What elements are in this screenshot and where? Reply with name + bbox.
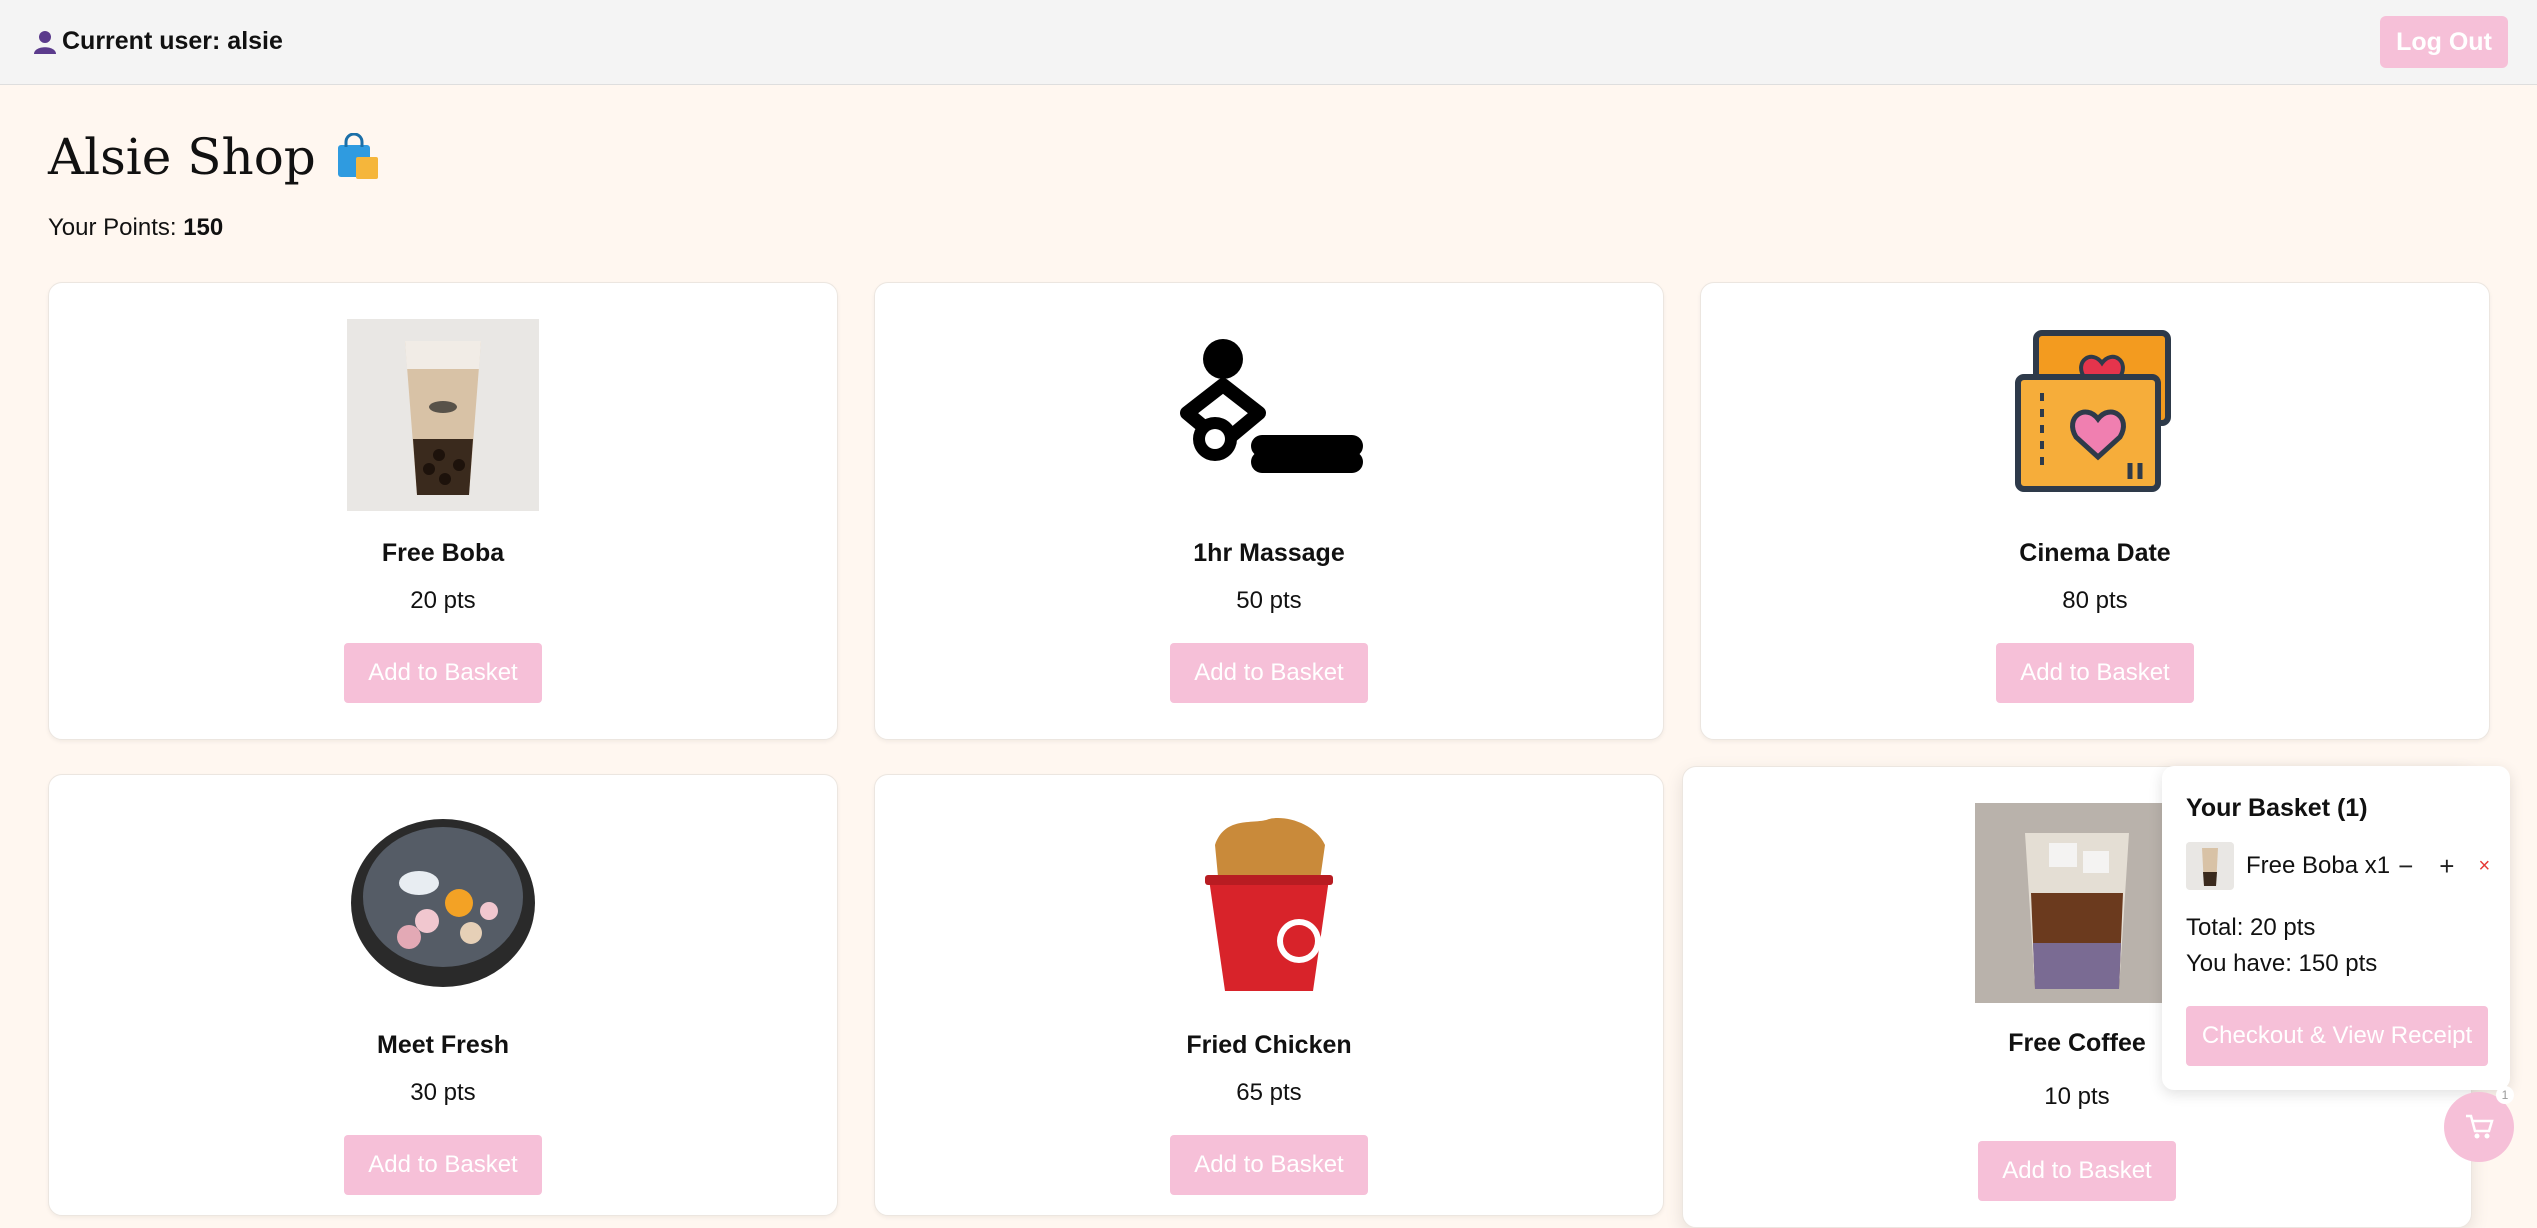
points-display: Your Points: 150 <box>48 214 223 242</box>
product-name: Cinema Date <box>2019 539 2171 567</box>
product-price: 20 pts <box>410 587 476 614</box>
dessert-bowl-image <box>351 819 535 987</box>
product-price: 80 pts <box>2062 587 2128 614</box>
current-user-label: Current user: alsie <box>62 27 283 55</box>
add-to-basket-button[interactable]: Add to Basket <box>344 643 542 703</box>
top-bar: Current user: alsie Log Out <box>0 0 2537 85</box>
basket-item: Free Boba x1 − + × <box>2186 842 2496 890</box>
product-card: Free Boba 20 pts Add to Basket <box>48 282 838 740</box>
fried-chicken-bucket-image <box>1205 818 1333 991</box>
remove-item-button[interactable]: × <box>2478 855 2490 878</box>
checkout-button[interactable]: Checkout & View Receipt <box>2186 1006 2488 1066</box>
product-price: 65 pts <box>1236 1079 1302 1106</box>
iced-coffee-image <box>1975 803 2179 1003</box>
logout-button[interactable]: Log Out <box>2380 16 2508 68</box>
user-icon <box>34 30 56 54</box>
product-name: 1hr Massage <box>1193 539 1345 567</box>
product-name: Meet Fresh <box>377 1031 509 1059</box>
basket-panel: Your Basket (1) Free Boba x1 − + × Total… <box>2162 766 2510 1090</box>
current-user: Current user: alsie <box>34 27 283 56</box>
basket-total: Total: 20 pts <box>2186 914 2316 941</box>
product-card: 1hr Massage 50 pts Add to Basket <box>874 282 1664 740</box>
points-value: 150 <box>183 214 224 241</box>
add-to-basket-button[interactable]: Add to Basket <box>1978 1141 2176 1201</box>
points-label: Your Points: <box>48 214 184 241</box>
add-to-basket-button[interactable]: Add to Basket <box>1996 643 2194 703</box>
basket-points-available: You have: 150 pts <box>2186 950 2378 977</box>
add-to-basket-button[interactable]: Add to Basket <box>1170 1135 1368 1195</box>
cinema-tickets-icon <box>2015 330 2171 492</box>
increase-quantity-button[interactable]: + <box>2439 851 2454 882</box>
basket-item-thumbnail <box>2186 842 2234 890</box>
shop-title: Alsie Shop <box>48 128 316 186</box>
product-name: Fried Chicken <box>1186 1031 1352 1059</box>
basket-title: Your Basket (1) <box>2186 794 2368 822</box>
page-title: Alsie Shop <box>48 128 382 186</box>
add-to-basket-button[interactable]: Add to Basket <box>344 1135 542 1195</box>
massage-icon <box>1180 339 1363 473</box>
cart-count-badge: 1 <box>2496 1086 2514 1104</box>
product-card: Meet Fresh 30 pts Add to Basket <box>48 774 838 1216</box>
add-to-basket-button[interactable]: Add to Basket <box>1170 643 1368 703</box>
product-name: Free Boba <box>381 539 505 567</box>
product-price: 30 pts <box>410 1079 476 1106</box>
product-card: Fried Chicken 65 pts Add to Basket <box>874 774 1664 1216</box>
product-price: 50 pts <box>1236 587 1302 614</box>
boba-tea-image <box>347 319 539 511</box>
decrease-quantity-button[interactable]: − <box>2398 851 2413 882</box>
basket-item-label: Free Boba x1 <box>2246 852 2391 879</box>
cart-icon <box>2466 1114 2494 1139</box>
product-card: Cinema Date 80 pts Add to Basket <box>1700 282 2490 740</box>
shopping-bag-icon <box>337 133 378 179</box>
